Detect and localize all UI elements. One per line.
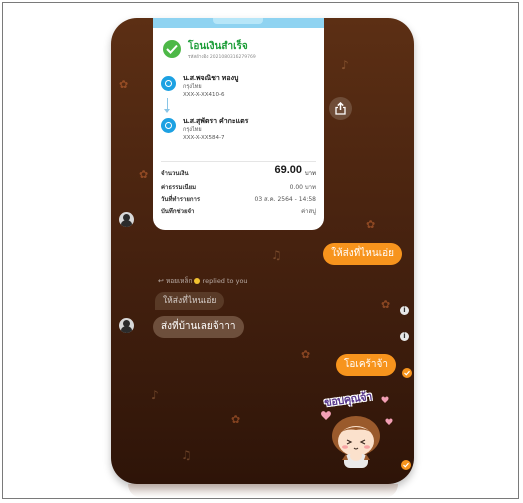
- reply-arrow-icon: ↩: [158, 277, 164, 285]
- krungthai-bank-icon: [161, 118, 176, 133]
- incoming-message[interactable]: ส่งที่บ้านเลยจ้าาา: [153, 316, 244, 338]
- decor-flower-icon: ✿: [381, 298, 391, 311]
- read-check-icon: [402, 368, 412, 378]
- outgoing-message[interactable]: ให้ส่งที่ไหนเอ่ย: [323, 243, 402, 265]
- chat-screen: ✿ ✿ ♪ ✿ ♫ ✿ ♪ ✿ ♫ ✿ ♪ โอนเงินสำเร็จ รหัส…: [111, 18, 414, 484]
- read-check-icon: [401, 460, 411, 470]
- contact-avatar[interactable]: [119, 318, 134, 333]
- slip-status-title: โอนเงินสำเร็จ: [188, 41, 248, 52]
- info-icon[interactable]: i: [400, 306, 409, 315]
- date-label: วันที่ทำรายการ: [161, 197, 201, 203]
- receiver-bank: กรุงไทย: [183, 127, 202, 133]
- decor-note-icon: ♪: [151, 388, 159, 402]
- amount-value: 69.00: [274, 164, 302, 176]
- outgoing-message[interactable]: โอเคร้าจ้า: [336, 354, 396, 376]
- receiver-account: XXX-X-XX584-7: [183, 135, 225, 141]
- transfer-slip-image[interactable]: โอนเงินสำเร็จ รหัสอ้างอิง 20210803162797…: [153, 18, 324, 230]
- decor-flower-icon: ✿: [301, 348, 311, 361]
- heart-icon: [385, 418, 393, 425]
- decor-flower-icon: ✿: [139, 168, 149, 181]
- fee-value: 0.00 บาท: [289, 184, 316, 191]
- heart-icon: [321, 411, 331, 420]
- check-icon: [163, 40, 181, 58]
- krungthai-bank-icon: [161, 76, 176, 91]
- decor-flower-icon: ✿: [119, 78, 129, 91]
- contact-avatar[interactable]: [119, 212, 134, 227]
- amount-unit: บาท: [304, 170, 316, 177]
- decor-flower-icon: ✿: [366, 218, 376, 231]
- slip-divider: [161, 161, 316, 162]
- phone-reflection: [128, 484, 398, 498]
- memo-label: บันทึกช่วยจำ: [161, 209, 195, 215]
- info-icon[interactable]: i: [400, 332, 409, 341]
- memo-value: ค่าสบู่: [301, 208, 316, 215]
- slip-reference: รหัสอ้างอิง 2021080316279769: [188, 55, 256, 60]
- amount-label: จำนวนเงิน: [161, 171, 189, 177]
- share-icon: [335, 102, 346, 115]
- decor-note-icon: ♫: [181, 448, 192, 462]
- arrow-down-icon: [164, 98, 170, 113]
- reply-header-text: replied to you: [202, 277, 248, 285]
- sender-account: XXX-X-XX410-6: [183, 92, 225, 98]
- emoji-icon: [194, 278, 201, 284]
- share-button[interactable]: [329, 97, 352, 120]
- sender-bank: กรุงไทย: [183, 84, 202, 90]
- quoted-message[interactable]: ให้ส่งที่ไหนเอ่ย: [155, 292, 225, 310]
- decor-flower-icon: ✿: [231, 413, 241, 426]
- heart-icon: [381, 396, 389, 403]
- decor-note-icon: ♪: [341, 58, 349, 72]
- fee-label: ค่าธรรมเนียม: [161, 185, 197, 191]
- reply-sender-name: หอยเหล็ก: [165, 277, 193, 285]
- slip-header-bar: [153, 18, 324, 28]
- reply-header: ↩ หอยเหล็ก replied to you: [158, 276, 248, 286]
- decor-note-icon: ♫: [271, 248, 282, 262]
- date-value: 03 ส.ค. 2564 - 14:58: [254, 196, 316, 203]
